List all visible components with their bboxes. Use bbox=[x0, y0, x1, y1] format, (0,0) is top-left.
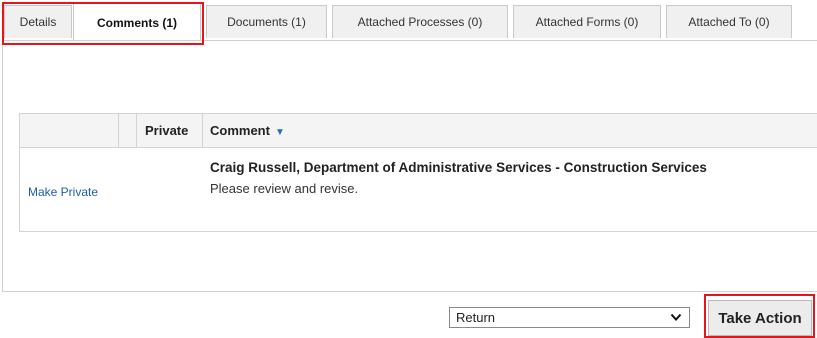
make-private-link[interactable]: Make Private bbox=[28, 185, 98, 199]
column-header-private[interactable]: Private bbox=[145, 114, 188, 147]
button-highlight-box bbox=[704, 294, 815, 338]
tab-attached-forms[interactable]: Attached Forms (0) bbox=[513, 5, 661, 38]
comments-grid-header: Private Comment ▼ bbox=[19, 113, 817, 148]
comment-text: Please review and revise. bbox=[210, 181, 359, 196]
chevron-down-icon bbox=[670, 313, 682, 321]
column-divider bbox=[136, 114, 137, 147]
tab-attached-processes[interactable]: Attached Processes (0) bbox=[332, 5, 508, 38]
column-header-comment-label: Comment bbox=[210, 123, 270, 138]
tab-documents[interactable]: Documents (1) bbox=[206, 5, 327, 38]
tab-label: Attached Forms (0) bbox=[535, 15, 639, 29]
column-header-comment[interactable]: Comment ▼ bbox=[210, 114, 285, 147]
action-select-value: Return bbox=[456, 310, 496, 325]
tab-label: Documents (1) bbox=[227, 15, 306, 29]
tab-attached-to[interactable]: Attached To (0) bbox=[666, 5, 792, 38]
caret-down-icon[interactable]: ▼ bbox=[275, 127, 285, 138]
column-divider bbox=[202, 114, 203, 147]
tab-highlight-box bbox=[2, 2, 204, 45]
comment-author: Craig Russell, Department of Administrat… bbox=[210, 160, 707, 175]
tab-label: Attached Processes (0) bbox=[357, 15, 483, 29]
column-divider bbox=[118, 114, 119, 147]
action-select[interactable]: Return bbox=[449, 307, 690, 328]
tab-label: Attached To (0) bbox=[688, 15, 770, 29]
table-row: Make Private Craig Russell, Department o… bbox=[19, 148, 817, 232]
